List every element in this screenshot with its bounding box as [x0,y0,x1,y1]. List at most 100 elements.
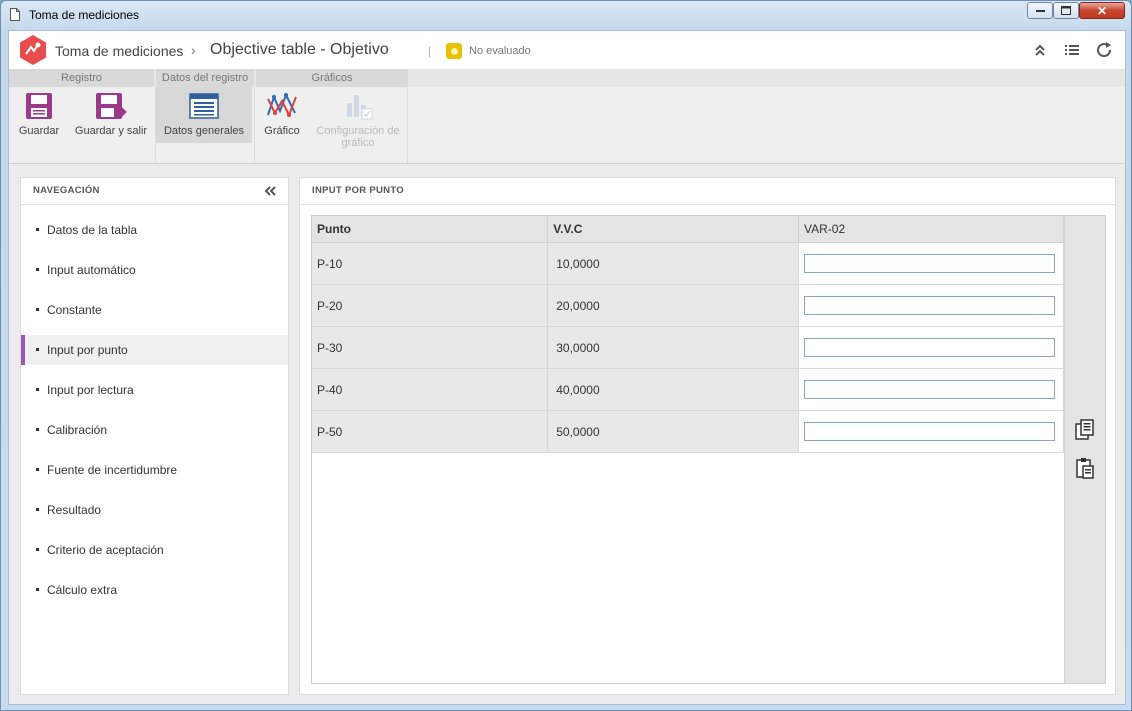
nav-item-label: Input por punto [47,343,128,357]
column-header-punto[interactable]: Punto [312,216,549,243]
navigation-header: NAVEGACIÓN [21,178,288,205]
save-exit-label: Guardar y salir [74,125,148,137]
points-table: Punto V.V.C VAR-02 P-10 10,0000 P-20 20,… [312,216,1064,453]
chart-label: Gráfico [264,125,300,137]
refresh-icon[interactable] [1095,41,1113,59]
column-header-var02[interactable]: VAR-02 [798,216,1064,243]
var02-input[interactable] [804,338,1055,357]
nav-item-calculo-extra[interactable]: Cálculo extra [21,575,288,605]
points-grid: Punto V.V.C VAR-02 P-10 10,0000 P-20 20,… [311,215,1106,684]
nav-item-constante[interactable]: Constante [21,295,288,325]
app-logo-icon [20,35,46,65]
cell-var02 [798,368,1064,411]
cell-var02 [798,410,1064,453]
ribbon-group-graficos-body: Gráfico Configuración de gráfico [255,87,408,163]
app-window: Toma de mediciones ✕ Toma de mediciones … [0,0,1132,711]
table-row: P-30 30,0000 [312,326,1064,369]
minimize-icon [1035,9,1045,12]
ribbon-tab-bar: Registro Datos del registro Gráficos [9,69,1125,87]
ribbon-group-graficos: Gráficos [256,69,408,87]
save-and-exit-button[interactable]: Guardar y salir [69,87,153,143]
nav-item-label: Fuente de incertidumbre [47,463,178,477]
window-controls: ✕ [1027,2,1125,19]
column-header-vvc[interactable]: V.V.C [547,216,799,243]
close-button[interactable]: ✕ [1079,2,1125,19]
table-row: P-50 50,0000 [312,410,1064,453]
maximize-icon [1061,6,1071,15]
collapse-left-icon[interactable] [264,185,276,197]
nav-item-datos-tabla[interactable]: Datos de la tabla [21,215,288,245]
ribbon-toolbar: Guardar Guardar y salir Datos generales … [9,87,1125,164]
table-row: P-10 10,0000 [312,242,1064,285]
breadcrumb-separator-icon: › [191,42,196,58]
table-header-row: Punto V.V.C VAR-02 [312,216,1064,243]
collapse-up-icon[interactable] [1031,41,1049,59]
ribbon-group-datos: Datos del registro [156,69,254,87]
cell-var02 [798,284,1064,327]
save-icon [26,93,52,119]
maximize-button[interactable] [1053,2,1079,19]
chart-config-icon [347,95,373,120]
close-icon: ✕ [1096,3,1108,18]
cell-punto: P-50 [312,410,549,453]
nav-item-criterio-aceptacion[interactable]: Criterio de aceptación [21,535,288,565]
nav-item-label: Constante [47,303,102,317]
paste-icon[interactable] [1075,457,1095,479]
cell-var02 [798,242,1064,285]
nav-item-label: Cálculo extra [47,583,118,597]
general-data-button[interactable]: Datos generales [156,87,252,143]
chart-config-button[interactable]: Configuración de gráfico [311,87,405,149]
ribbon-group-registro-body: Guardar Guardar y salir [9,87,156,163]
chart-config-label: Configuración de gráfico [316,125,400,149]
input-por-punto-panel: INPUT POR PUNTO Punto V.V.C VAR-02 P-10 … [299,177,1116,695]
cell-punto: P-20 [312,284,549,327]
chart-button[interactable]: Gráfico [257,87,307,143]
main-panel-title: INPUT POR PUNTO [312,185,404,196]
save-label: Guardar [18,125,60,137]
nav-item-fuente-incertidumbre[interactable]: Fuente de incertidumbre [21,455,288,485]
save-button[interactable]: Guardar [13,87,65,143]
var02-input[interactable] [804,254,1055,273]
list-icon[interactable] [1063,41,1081,59]
var02-input[interactable] [804,422,1055,441]
navigation-list: Datos de la tabla Input automático Const… [21,215,288,605]
general-data-icon [189,93,219,119]
cell-vvc: 40,0000 [547,368,799,411]
line-chart-icon [267,92,297,118]
page-title: Objective table - Objetivo [210,41,389,58]
copy-icon[interactable] [1075,419,1095,441]
cell-vvc: 20,0000 [547,284,799,327]
cell-vvc: 10,0000 [547,242,799,285]
header-divider [429,47,430,57]
var02-input[interactable] [804,380,1055,399]
nav-item-input-por-punto[interactable]: Input por punto [21,335,288,365]
nav-item-label: Calibración [47,423,108,437]
document-icon [10,8,20,21]
minimize-button[interactable] [1027,2,1053,19]
navigation-panel: NAVEGACIÓN Datos de la tabla Input autom… [20,177,289,695]
general-data-label: Datos generales [163,125,245,137]
client-area: Toma de mediciones › Objective table - O… [8,30,1126,705]
status-label: No evaluado [469,45,531,57]
cell-punto: P-30 [312,326,549,369]
ribbon-group-datos-body: Datos generales [156,87,255,163]
header-actions [1031,41,1113,59]
window-title: Toma de mediciones [29,8,140,22]
cell-var02 [798,326,1064,369]
table-row: P-40 40,0000 [312,368,1064,411]
nav-item-label: Resultado [47,503,102,517]
title-bar: Toma de mediciones ✕ [1,1,1131,29]
nav-item-input-por-lectura[interactable]: Input por lectura [21,375,288,405]
nav-item-label: Criterio de aceptación [47,543,164,557]
status-icon [446,43,462,59]
cell-punto: P-10 [312,242,549,285]
nav-item-label: Input por lectura [47,383,134,397]
nav-item-calibracion[interactable]: Calibración [21,415,288,445]
var02-input[interactable] [804,296,1055,315]
nav-item-resultado[interactable]: Resultado [21,495,288,525]
grid-side-toolbar [1064,216,1105,683]
breadcrumb-module[interactable]: Toma de mediciones [55,43,183,59]
nav-item-input-automatico[interactable]: Input automático [21,255,288,285]
cell-punto: P-40 [312,368,549,411]
main-panel-header: INPUT POR PUNTO [300,178,1115,205]
